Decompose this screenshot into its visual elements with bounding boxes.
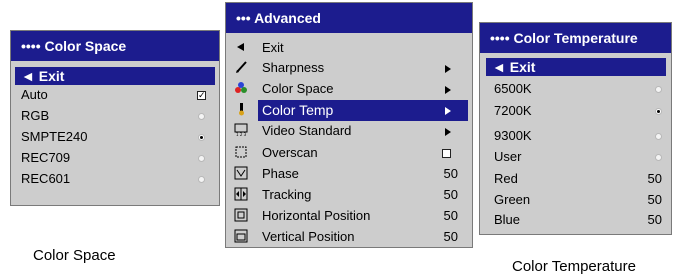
- rgb-radio[interactable]: [198, 113, 205, 120]
- advanced-item-tracking[interactable]: Tracking: [262, 186, 311, 204]
- color-temperature-item-7200k[interactable]: 7200K: [494, 102, 532, 120]
- 7200k-radio[interactable]: [655, 108, 662, 115]
- green-value: 50: [647, 192, 662, 207]
- color-temperature-menu: •••• Color Temperature ◄ Exit 6500K 7200…: [479, 22, 672, 235]
- color-space-item-rgb[interactable]: RGB: [21, 107, 49, 125]
- rec709-radio[interactable]: [198, 155, 205, 162]
- red-value: 50: [647, 171, 662, 186]
- submenu-arrow-icon: [445, 86, 451, 94]
- vertical-position-value: 50: [443, 229, 458, 244]
- 6500k-radio[interactable]: [655, 86, 662, 93]
- advanced-item-exit[interactable]: Exit: [262, 39, 284, 57]
- caption-color-temperature: Color Temperature: [512, 258, 636, 275]
- advanced-item-sharpness[interactable]: Sharpness: [262, 59, 324, 77]
- submenu-arrow-icon: [445, 128, 451, 136]
- submenu-arrow-icon: [445, 107, 451, 115]
- vertical-position-icon: [234, 229, 248, 243]
- horizontal-position-icon: [234, 208, 248, 222]
- tracking-icon: [234, 187, 248, 201]
- color-temperature-item-9300k[interactable]: 9300K: [494, 127, 532, 145]
- phase-value: 50: [443, 166, 458, 181]
- color-space-item-rec601[interactable]: REC601: [21, 170, 70, 188]
- color-space-menu: •••• Color Space ◄ Exit Auto ✓ RGB SMPTE…: [10, 30, 220, 206]
- pen-icon: [236, 61, 247, 73]
- rec601-radio[interactable]: [198, 176, 205, 183]
- advanced-menu: ••• Advanced Exit Sharpness Color Space …: [225, 2, 473, 248]
- color-temperature-item-blue[interactable]: Blue: [494, 211, 520, 229]
- svg-text:1 2 3: 1 2 3: [236, 132, 247, 137]
- color-temperature-item-red[interactable]: Red: [494, 170, 518, 188]
- advanced-title: ••• Advanced: [226, 3, 472, 33]
- advanced-item-color-space[interactable]: Color Space: [262, 80, 334, 98]
- 9300k-radio[interactable]: [655, 133, 662, 140]
- video-standard-icon: 1 2 3: [234, 123, 248, 137]
- advanced-item-vertical-position[interactable]: Vertical Position: [262, 228, 355, 246]
- thermometer-icon: [239, 103, 244, 116]
- color-temperature-title: •••• Color Temperature: [480, 23, 671, 53]
- color-space-item-rec709[interactable]: REC709: [21, 149, 70, 167]
- color-space-item-auto[interactable]: Auto: [21, 86, 48, 104]
- color-space-exit[interactable]: ◄ Exit: [15, 67, 215, 85]
- color-temperature-item-6500k[interactable]: 6500K: [494, 80, 532, 98]
- user-radio[interactable]: [655, 154, 662, 161]
- color-temp-label: Color Temp: [262, 102, 334, 118]
- phase-icon: [234, 166, 248, 180]
- tracking-value: 50: [443, 187, 458, 202]
- advanced-item-overscan[interactable]: Overscan: [262, 144, 318, 162]
- caption-color-space: Color Space: [33, 247, 116, 264]
- color-temperature-item-green[interactable]: Green: [494, 191, 530, 209]
- horizontal-position-value: 50: [443, 208, 458, 223]
- smpte240-radio[interactable]: [198, 134, 205, 141]
- color-temperature-item-user[interactable]: User: [494, 148, 521, 166]
- color-dots-icon: [235, 82, 247, 93]
- advanced-item-phase[interactable]: Phase: [262, 165, 299, 183]
- color-space-item-smpte240[interactable]: SMPTE240: [21, 128, 87, 146]
- blue-value: 50: [647, 212, 662, 227]
- submenu-arrow-icon: [445, 65, 451, 73]
- color-temperature-exit[interactable]: ◄ Exit: [486, 58, 666, 76]
- color-space-title: •••• Color Space: [11, 31, 219, 61]
- overscan-icon: [235, 146, 247, 158]
- advanced-item-video-standard[interactable]: Video Standard: [262, 122, 351, 140]
- overscan-checkbox[interactable]: [442, 149, 451, 158]
- back-arrow-icon: [237, 43, 244, 51]
- advanced-item-horizontal-position[interactable]: Horizontal Position: [262, 207, 370, 225]
- auto-checkbox[interactable]: ✓: [197, 91, 206, 100]
